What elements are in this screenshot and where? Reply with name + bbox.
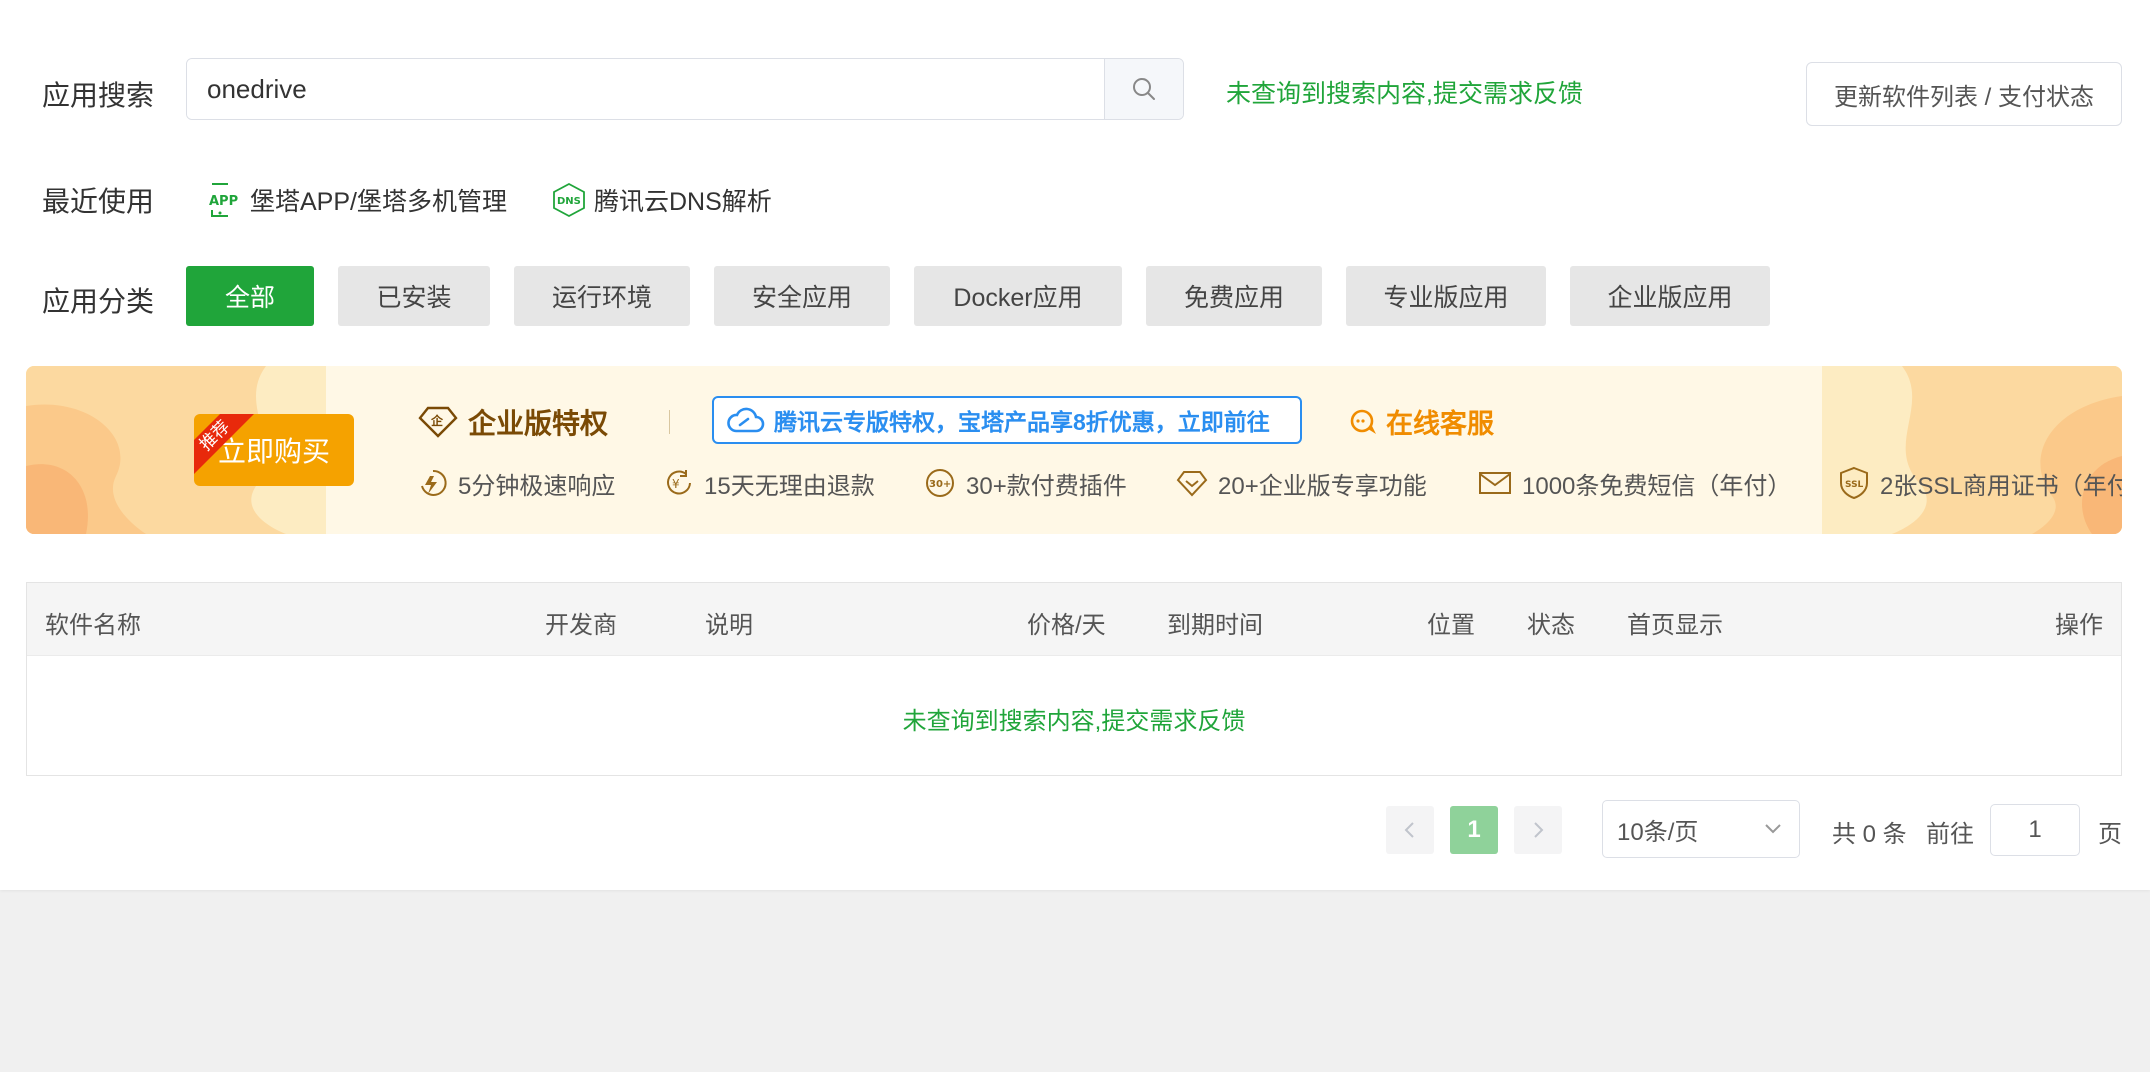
feature-free-sms: 1000条免费短信（年付） [1478, 466, 1791, 500]
page-size-value: 10条/页 [1617, 818, 1699, 846]
category-label: 应用分类 [42, 286, 155, 317]
total-count: 共 0 条 [1832, 821, 1907, 848]
chat-bubble-icon [1350, 409, 1376, 434]
page-size-select[interactable]: 10条/页 [1602, 800, 1800, 858]
column-location: 位置 [1427, 612, 1475, 639]
enterprise-title: 企 企业版特权 [418, 402, 608, 442]
diamond-icon [1176, 471, 1208, 497]
category-docker[interactable]: Docker应用 [914, 266, 1122, 326]
banner-divider [669, 410, 670, 434]
submit-feedback-link[interactable]: 未查询到搜索内容,提交需求反馈 [1226, 74, 1583, 110]
category-security[interactable]: 安全应用 [714, 266, 890, 326]
buy-now-button[interactable]: 推荐 立即购买 [194, 414, 354, 486]
software-table: 软件名称 开发商 说明 价格/天 到期时间 位置 状态 首页显示 操作 未查询到… [26, 582, 2122, 776]
recent-item-tencent-dns[interactable]: DNS 腾讯云DNS解析 [552, 178, 772, 222]
online-service-link[interactable]: 在线客服 [1348, 402, 1494, 441]
chevron-right-icon [1534, 822, 1544, 838]
page-number-current[interactable]: 1 [1450, 806, 1498, 854]
category-pro[interactable]: 专业版应用 [1346, 266, 1546, 326]
feature-fast-response: 5分钟极速响应 [418, 466, 615, 500]
prev-page-button[interactable] [1386, 806, 1434, 854]
table-bottom-border [26, 775, 2122, 776]
feature-refund: ¥ 15天无理由退款 [664, 466, 875, 500]
table-header: 软件名称 开发商 说明 价格/天 到期时间 位置 状态 首页显示 操作 [27, 583, 2121, 656]
svg-text:¥: ¥ [672, 477, 680, 491]
tencent-offer-link[interactable]: 腾讯云专版特权，宝塔产品享8折优惠，立即前往 [712, 396, 1302, 444]
lightning-clock-icon [421, 469, 447, 496]
app-icon: APP [209, 183, 238, 217]
mail-icon [1479, 472, 1511, 494]
category-runtime[interactable]: 运行环境 [514, 266, 690, 326]
column-software-name: 软件名称 [45, 612, 141, 639]
search-icon [1133, 78, 1155, 100]
next-page-button[interactable] [1514, 806, 1562, 854]
enterprise-title-text: 企业版特权 [468, 408, 609, 439]
search-input[interactable] [187, 59, 1105, 119]
column-developer: 开发商 [545, 612, 617, 639]
goto-page-input[interactable] [1990, 804, 2080, 856]
enterprise-banner: 推荐 立即购买 企 企业版特权 腾讯云专版特权，宝塔产品享8折优惠，立即前往 在… [26, 366, 2122, 534]
category-all[interactable]: 全部 [186, 266, 314, 326]
category-installed[interactable]: 已安装 [338, 266, 490, 326]
software-store-panel: 应用搜索 未查询到搜索内容,提交需求反馈 更新软件列表 / 支付状态 最近使用 … [0, 0, 2150, 890]
refund-icon: ¥ [667, 470, 691, 495]
banner-decoration-right [1822, 366, 2122, 534]
dns-icon: DNS [553, 182, 585, 218]
tencent-offer-text: 腾讯云专版特权，宝塔产品享8折优惠，立即前往 [774, 409, 1270, 435]
feature-enterprise-functions: 20+企业版专享功能 [1176, 466, 1427, 500]
feature-ssl-certificates: SSL 2张SSL商用证书（年付） [1838, 466, 2122, 500]
table-empty-feedback-link[interactable]: 未查询到搜索内容,提交需求反馈 [27, 701, 2121, 736]
goto-label: 前往 [1926, 821, 1974, 848]
recent-item-label: 腾讯云DNS解析 [594, 188, 772, 216]
column-expiry-time: 到期时间 [1167, 612, 1263, 639]
column-status: 状态 [1527, 612, 1575, 639]
plugin-30-icon: 30+ [926, 469, 954, 497]
svg-text:DNS: DNS [557, 196, 581, 207]
column-price-per-day: 价格/天 [1027, 612, 1106, 639]
recent-item-bt-app[interactable]: APP 堡塔APP/堡塔多机管理 [208, 178, 507, 222]
chevron-down-icon [1765, 824, 1781, 834]
page-suffix: 页 [2098, 821, 2122, 848]
column-description: 说明 [705, 612, 753, 639]
enterprise-diamond-icon: 企 [418, 406, 458, 438]
chevron-left-icon [1404, 822, 1414, 838]
column-actions: 操作 [2055, 612, 2103, 639]
feature-plugins: 30+ 30+款付费插件 [924, 466, 1127, 500]
update-software-list-button[interactable]: 更新软件列表 / 支付状态 [1806, 62, 2122, 126]
svg-text:30+: 30+ [929, 479, 951, 490]
online-service-text: 在线客服 [1386, 409, 1494, 439]
svg-text:企: 企 [430, 413, 444, 428]
buy-now-label: 立即购买 [217, 436, 330, 467]
svg-text:SSL: SSL [1845, 480, 1864, 490]
cloud-icon [727, 407, 765, 433]
svg-text:APP: APP [209, 194, 238, 209]
search-box [186, 58, 1184, 120]
search-button[interactable] [1104, 59, 1183, 119]
search-label: 应用搜索 [42, 80, 155, 111]
recent-item-label: 堡塔APP/堡塔多机管理 [250, 188, 507, 216]
category-free[interactable]: 免费应用 [1146, 266, 1322, 326]
recent-label: 最近使用 [42, 186, 155, 217]
column-homepage-display: 首页显示 [1627, 612, 1723, 639]
ssl-shield-icon: SSL [1840, 466, 1868, 500]
category-enterprise[interactable]: 企业版应用 [1570, 266, 1770, 326]
